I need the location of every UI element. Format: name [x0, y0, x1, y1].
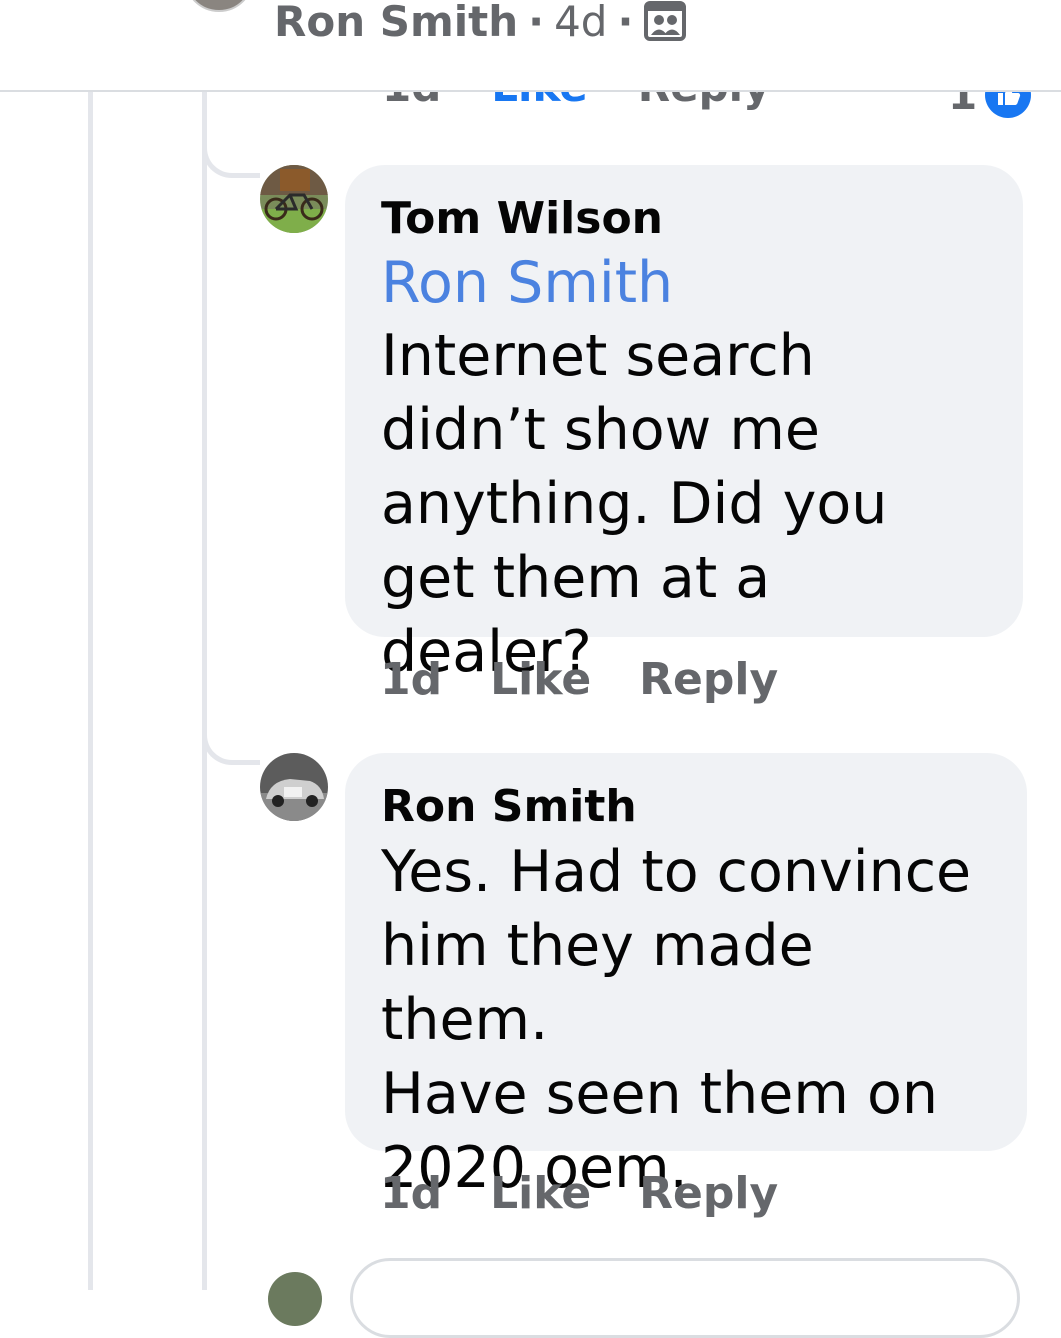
- meta-separator: ·: [617, 0, 634, 46]
- reply-button[interactable]: Reply: [639, 654, 778, 705]
- comment-actions: 1d Like Reply: [380, 1168, 778, 1219]
- post-author-avatar[interactable]: [184, 0, 254, 12]
- comment-text: Yes. Had to convince him they made them.…: [381, 839, 972, 1201]
- next-comment-avatar[interactable]: [268, 1272, 322, 1326]
- race-car-photo-avatar: [260, 753, 328, 821]
- reply-button[interactable]: Reply: [639, 1168, 778, 1219]
- comment-author[interactable]: Tom Wilson: [381, 191, 989, 247]
- like-button[interactable]: Like: [490, 654, 591, 705]
- thread-branch-curve: [202, 735, 260, 765]
- comment-author[interactable]: Ron Smith: [381, 779, 993, 835]
- comment-actions: 1d Like Reply: [380, 654, 778, 705]
- meta-separator: ·: [528, 0, 545, 46]
- post-time[interactable]: 4d: [554, 0, 607, 46]
- ron-smith-avatar[interactable]: [260, 753, 328, 821]
- comment-mention[interactable]: Ron Smith: [381, 247, 989, 319]
- like-button[interactable]: Like: [490, 1168, 591, 1219]
- comment-text: Internet search didn’t show me anything.…: [381, 323, 888, 685]
- reply-input-box[interactable]: [350, 1258, 1020, 1338]
- comment-time[interactable]: 1d: [380, 1168, 442, 1219]
- sticky-post-header: Ron Smith · 4d ·: [0, 0, 1061, 92]
- group-audience-icon: [643, 0, 687, 42]
- thread-line-outer: [88, 90, 93, 1290]
- thread-branch-curve: [202, 148, 260, 178]
- comment-time[interactable]: 1d: [380, 654, 442, 705]
- comment-bubble[interactable]: Tom Wilson Ron Smith Internet search did…: [345, 165, 1023, 685]
- post-author-name[interactable]: Ron Smith: [274, 0, 518, 46]
- tom-wilson-avatar[interactable]: [260, 165, 328, 233]
- bicycle-photo-avatar: [260, 165, 328, 233]
- comment-bubble[interactable]: Ron Smith Yes. Had to convince him they …: [345, 753, 1027, 1201]
- post-meta-line: Ron Smith · 4d ·: [274, 0, 687, 52]
- thread-line-inner: [202, 90, 207, 1290]
